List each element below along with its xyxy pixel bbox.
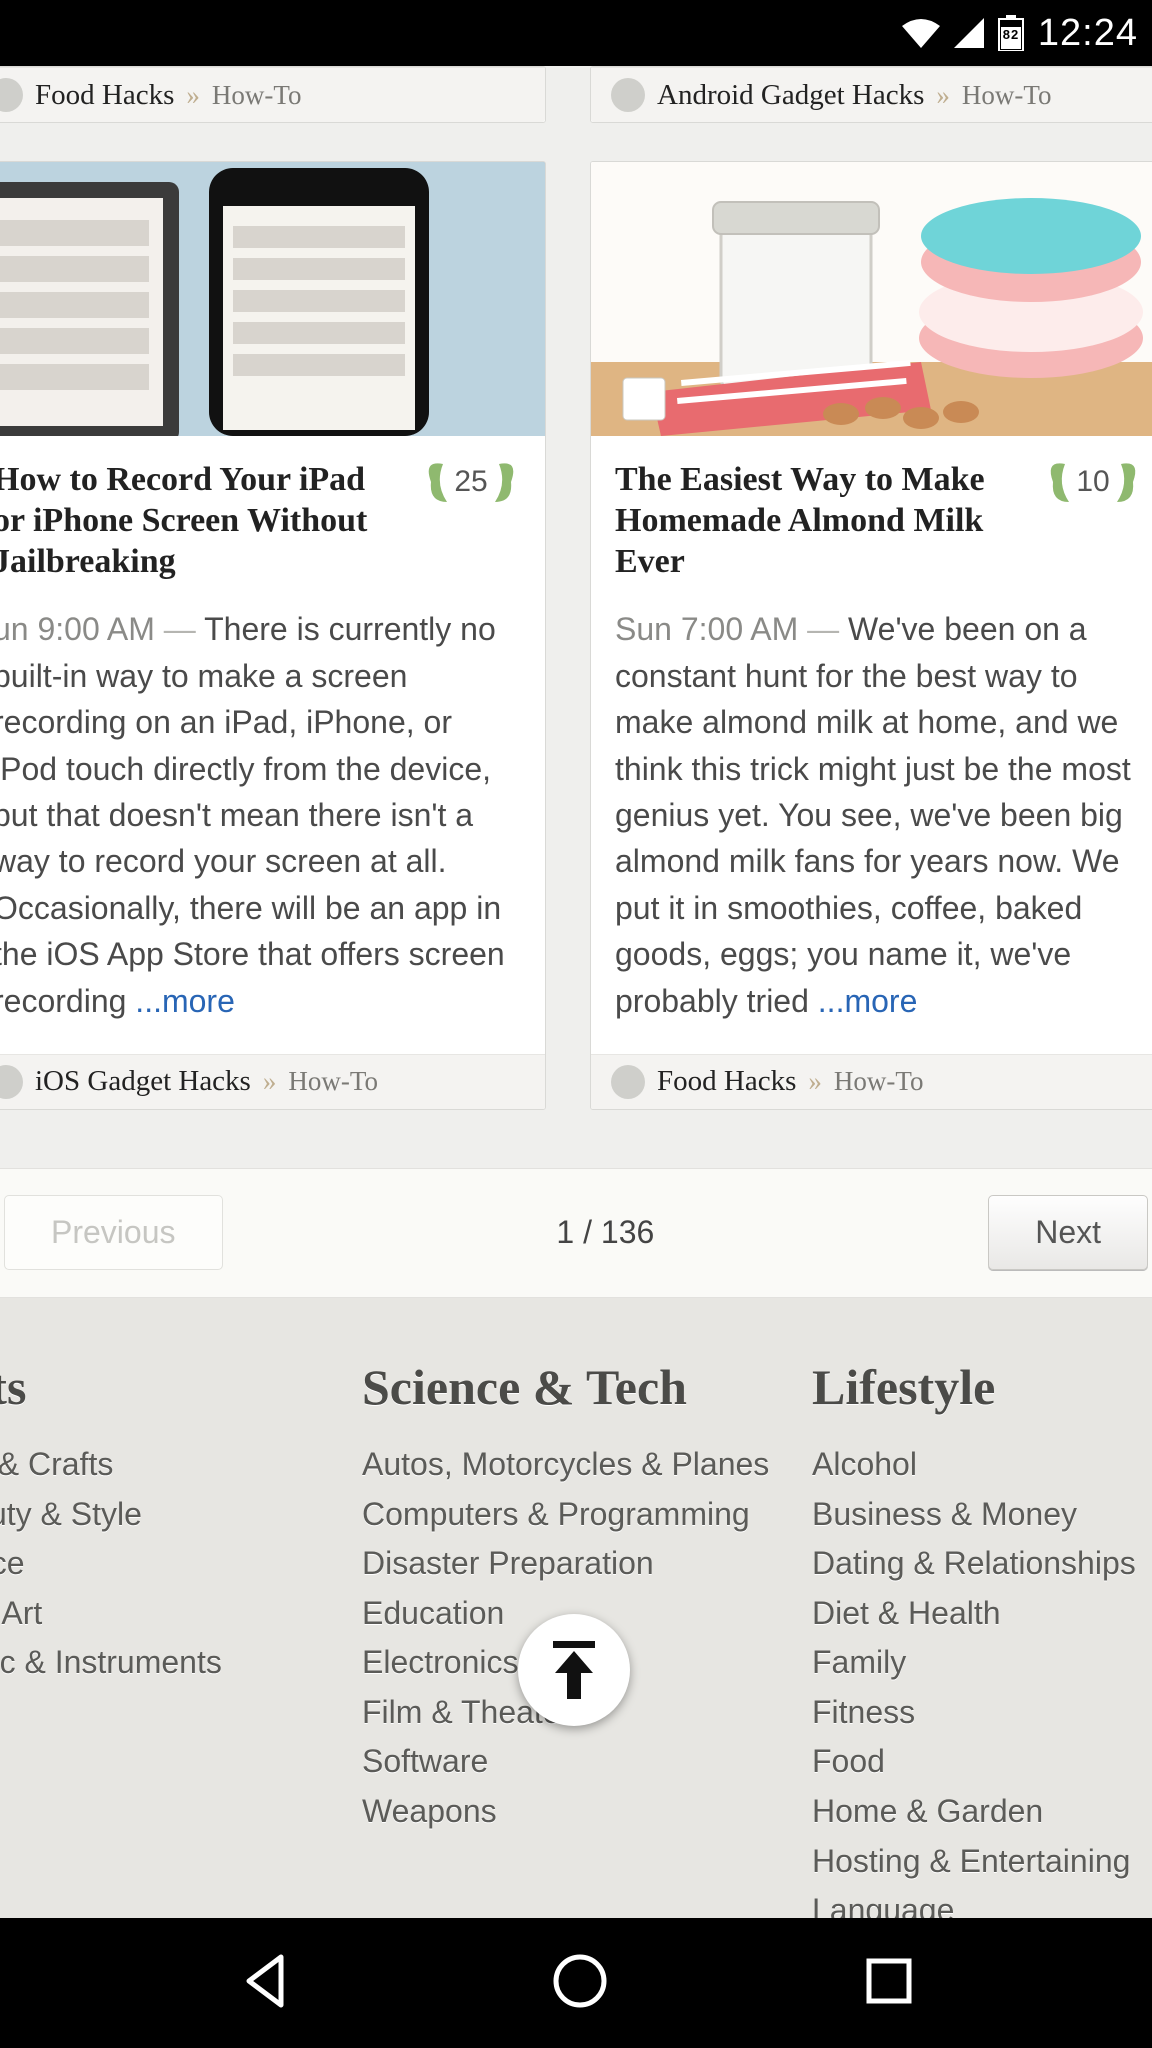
chevron-icon: »: [808, 1066, 822, 1097]
chevron-icon: »: [263, 1066, 277, 1097]
footer-link[interactable]: Fine Art: [0, 1589, 292, 1639]
footer-link[interactable]: Autos, Motorcycles & Planes: [362, 1440, 742, 1490]
category-icon: [0, 78, 23, 112]
article-excerpt: Sun 7:00 AM — We've been on a constant h…: [615, 606, 1143, 1024]
pagination-bar: Previous 1 / 136 Next: [0, 1168, 1152, 1298]
footer-link[interactable]: Weapons: [362, 1787, 742, 1837]
article-type[interactable]: How-To: [834, 1066, 924, 1097]
footer-heading: Science & Tech: [362, 1358, 742, 1416]
footer-link[interactable]: Language: [812, 1886, 1152, 1918]
previous-button[interactable]: Previous: [4, 1195, 223, 1270]
footer-link[interactable]: Beauty & Style: [0, 1490, 292, 1540]
footer-link[interactable]: Business & Money: [812, 1490, 1152, 1540]
cell-signal-icon: [954, 18, 984, 48]
android-nav-bar: [0, 1918, 1152, 2048]
category-icon: [0, 1065, 23, 1099]
wifi-icon: [902, 18, 940, 48]
chevron-icon: »: [936, 80, 950, 111]
article-thumbnail[interactable]: [0, 162, 545, 436]
footer-heading: Lifestyle: [812, 1358, 1152, 1416]
article-excerpt: un 9:00 AM — There is currently no built…: [0, 606, 521, 1024]
back-button[interactable]: [235, 1949, 299, 2018]
category-label[interactable]: Food Hacks: [657, 1065, 796, 1098]
footer-column-lifestyle: Lifestyle AlcoholBusiness & MoneyDating …: [812, 1358, 1152, 1918]
android-status-bar: 82 12:24: [0, 0, 1152, 66]
footer-link[interactable]: Food: [812, 1737, 1152, 1787]
footer-link[interactable]: Alcohol: [812, 1440, 1152, 1490]
clock-text: 12:24: [1038, 12, 1138, 55]
publish-time: un 9:00 AM: [0, 611, 155, 647]
svg-text:82: 82: [1003, 27, 1019, 42]
page-indicator: 1 / 136: [556, 1214, 654, 1251]
card-row-main: 25 How to Record Your iPad or iPhone Scr…: [0, 161, 1152, 1110]
next-button[interactable]: Next: [988, 1195, 1148, 1270]
home-button[interactable]: [550, 1951, 610, 2016]
footer-link[interactable]: Computers & Programming: [362, 1490, 742, 1540]
kudos-badge: 10: [1041, 454, 1145, 510]
article-thumbnail[interactable]: [591, 162, 1152, 436]
category-label[interactable]: Food Hacks: [35, 79, 174, 112]
footer-link[interactable]: Family: [812, 1638, 1152, 1688]
article-card[interactable]: 25 How to Record Your iPad or iPhone Scr…: [0, 161, 546, 1110]
footer-link[interactable]: Music & Instruments: [0, 1638, 292, 1688]
chevron-icon: »: [186, 80, 200, 111]
footer-link[interactable]: Dance: [0, 1539, 292, 1589]
article-type[interactable]: How-To: [212, 80, 302, 111]
category-label[interactable]: Android Gadget Hacks: [657, 79, 924, 112]
publish-time: Sun 7:00 AM: [615, 611, 798, 647]
footer-link[interactable]: Software: [362, 1737, 742, 1787]
article-card[interactable]: Food Hacks » How-To: [0, 66, 546, 123]
scroll-to-top-button[interactable]: [518, 1614, 630, 1726]
card-row-upper: Food Hacks » How-To Android Gadget Hacks…: [0, 66, 1152, 123]
article-card[interactable]: Android Gadget Hacks » How-To: [590, 66, 1152, 123]
more-link[interactable]: ...more: [135, 983, 235, 1019]
kudos-badge: 25: [419, 454, 523, 510]
article-type[interactable]: How-To: [288, 1066, 378, 1097]
kudos-count: 10: [1076, 465, 1109, 499]
footer-link[interactable]: Hosting & Entertaining: [812, 1837, 1152, 1887]
footer-link[interactable]: Dating & Relationships: [812, 1539, 1152, 1589]
footer-categories: Arts Arts & CraftsBeauty & StyleDanceFin…: [0, 1298, 1152, 1918]
footer-list: Arts & CraftsBeauty & StyleDanceFine Art…: [0, 1440, 292, 1688]
article-card[interactable]: 10 The Easiest Way to Make Homemade Almo…: [590, 161, 1152, 1110]
battery-icon: 82: [998, 15, 1024, 51]
category-icon: [611, 1065, 645, 1099]
footer-link[interactable]: Home & Garden: [812, 1787, 1152, 1837]
footer-link[interactable]: Diet & Health: [812, 1589, 1152, 1639]
footer-link[interactable]: Fitness: [812, 1688, 1152, 1738]
more-link[interactable]: ...more: [818, 983, 918, 1019]
footer-link[interactable]: Disaster Preparation: [362, 1539, 742, 1589]
article-type[interactable]: How-To: [962, 80, 1052, 111]
footer-heading: Arts: [0, 1358, 292, 1416]
category-label[interactable]: iOS Gadget Hacks: [35, 1065, 251, 1098]
kudos-count: 25: [454, 465, 487, 499]
category-icon: [611, 78, 645, 112]
footer-column-arts: Arts Arts & CraftsBeauty & StyleDanceFin…: [0, 1358, 292, 1918]
recent-apps-button[interactable]: [861, 1953, 917, 2014]
footer-list: AlcoholBusiness & MoneyDating & Relation…: [812, 1440, 1152, 1918]
footer-link[interactable]: Arts & Crafts: [0, 1440, 292, 1490]
